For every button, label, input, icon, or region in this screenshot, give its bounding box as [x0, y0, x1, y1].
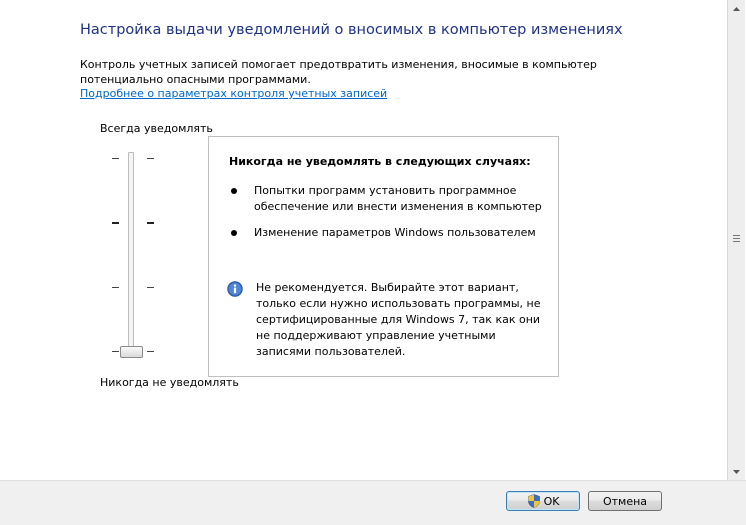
slider-bottom-label: Никогда не уведомлять — [100, 376, 239, 389]
bullet-icon — [231, 188, 237, 194]
cancel-button[interactable]: Отмена — [588, 491, 662, 511]
info-icon — [227, 281, 243, 297]
page-title: Настройка выдачи уведомлений о вносимых … — [80, 22, 623, 38]
infobox-bullet: Изменение параметров Windows пользовател… — [254, 226, 536, 239]
slider-tick — [147, 287, 154, 288]
slider-tick — [147, 158, 154, 159]
infobox-note: Не рекомендуется. Выбирайте этот вариант… — [256, 281, 541, 358]
content-area: Настройка выдачи уведомлений о вносимых … — [0, 0, 727, 480]
scroll-up-arrow-icon[interactable] — [728, 0, 745, 17]
slider-top-label: Всегда уведомлять — [100, 122, 213, 135]
cancel-button-label: Отмена — [602, 494, 648, 508]
slider-tick — [112, 222, 119, 224]
slider-tick — [112, 158, 119, 159]
slider-track[interactable] — [128, 152, 134, 354]
learn-more-link[interactable]: Подробнее о параметрах контроля учетных … — [80, 87, 387, 100]
ok-button[interactable]: OK — [506, 491, 580, 511]
slider-tick — [112, 287, 119, 288]
description-text: Контроль учетных записей помогает предот… — [80, 58, 597, 86]
infobox-bullet: Попытки программ установить программное … — [254, 184, 542, 213]
vertical-scrollbar[interactable] — [727, 0, 745, 480]
uac-shield-icon — [527, 494, 540, 508]
slider-tick — [147, 351, 154, 352]
button-bar: OK Отмена — [0, 480, 746, 525]
setting-description-box: Никогда не уведомлять в следующих случая… — [208, 136, 559, 377]
ok-button-label: OK — [543, 494, 560, 508]
scroll-down-arrow-icon[interactable] — [728, 463, 745, 480]
bullet-icon — [231, 230, 237, 236]
slider-tick — [112, 351, 119, 352]
slider-tick — [147, 222, 154, 224]
infobox-heading: Никогда не уведомлять в следующих случая… — [229, 155, 531, 168]
scroll-grip-icon — [733, 235, 740, 243]
slider-thumb[interactable] — [120, 346, 143, 358]
